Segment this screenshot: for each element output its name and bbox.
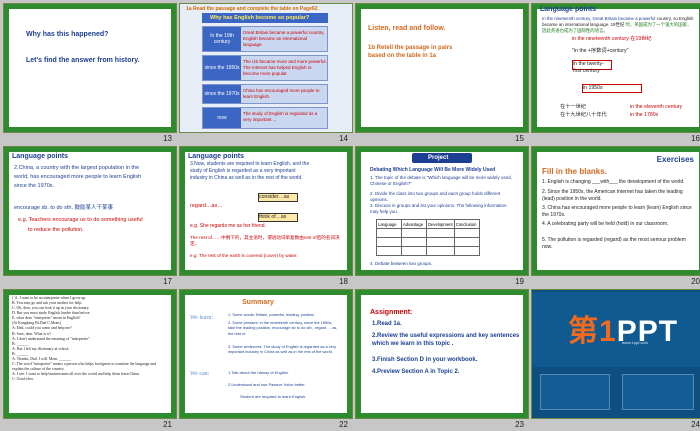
slide-thumbnail-20[interactable]: Exercises Fill in the blanks. 1. English… bbox=[531, 146, 700, 286]
slide-thumbnail-17[interactable]: Language points 2.China, a country with … bbox=[3, 146, 177, 286]
table-header: Why has English become so popular? bbox=[210, 15, 310, 21]
slide-thumbnail-18[interactable]: Language points 3.Now, students are requ… bbox=[179, 146, 353, 286]
slide-thumbnail-21[interactable]: ( )1. I want to be an interpreter when I… bbox=[3, 289, 177, 429]
slide-text: Why has this happened? bbox=[26, 31, 109, 38]
slide-22[interactable]: Summary We learn: 1. Some words: Britain… bbox=[179, 289, 353, 419]
slide-number: 18 bbox=[339, 277, 348, 286]
slide-number: 14 bbox=[339, 134, 348, 143]
slide-number: 16 bbox=[691, 134, 700, 143]
table-row: now The study of English is regarded as … bbox=[202, 107, 328, 129]
slide-title: Assignment: bbox=[370, 309, 413, 316]
slide-21[interactable]: ( )1. I want to be an interpreter when I… bbox=[3, 289, 177, 419]
slide-17[interactable]: Language points 2.China, a country with … bbox=[3, 146, 177, 276]
slide-thumbnail-24[interactable]: 第1PPT www.1ppt.com 24 bbox=[531, 289, 700, 429]
slide-20[interactable]: Exercises Fill in the blanks. 1. English… bbox=[531, 146, 700, 276]
slide-thumbnail-14[interactable]: 1a Read the passage and complete the tab… bbox=[179, 3, 353, 143]
slide-thumbnail-13[interactable]: Why has this happened? Let's find the an… bbox=[3, 3, 177, 143]
slide-19[interactable]: Project Debating Which Language Will Be … bbox=[355, 146, 529, 276]
slide-title: Language points bbox=[188, 153, 244, 160]
slide-24[interactable]: 第1PPT www.1ppt.com bbox=[531, 289, 700, 419]
slide-title: Project bbox=[428, 155, 449, 161]
slide-13[interactable]: Why has this happened? Let's find the an… bbox=[3, 3, 177, 133]
table-row: In the 19th century Great Britain became… bbox=[202, 26, 328, 52]
brand-url: www.1ppt.com bbox=[622, 340, 649, 345]
slide-15[interactable]: Listen, read and follow. 1b Retell the p… bbox=[355, 3, 529, 133]
slide-title: Language points bbox=[12, 153, 68, 160]
slide-title: Exercises bbox=[656, 155, 694, 164]
slide-number: 23 bbox=[515, 420, 524, 429]
slide-14[interactable]: 1a Read the passage and complete the tab… bbox=[179, 3, 353, 133]
slide-title: Listen, read and follow. bbox=[368, 25, 446, 32]
slide-text: 1b Retell the passage in pairs based on … bbox=[368, 45, 453, 60]
slide-number: 20 bbox=[691, 277, 700, 286]
slide-number: 24 bbox=[691, 420, 700, 429]
slide-title: Summary bbox=[242, 299, 274, 306]
slide-number: 15 bbox=[515, 134, 524, 143]
slide-thumbnail-16[interactable]: Language points In the nineteenth centur… bbox=[531, 3, 700, 143]
slide-title: 1a Read the passage and complete the tab… bbox=[186, 6, 319, 12]
slide-text: Let's find the answer from history. bbox=[26, 57, 140, 64]
slide-thumbnail-19[interactable]: Project Debating Which Language Will Be … bbox=[355, 146, 529, 286]
table-row: since the 1970s China has encouraged mor… bbox=[202, 84, 328, 104]
slide-number: 13 bbox=[163, 134, 172, 143]
slide-number: 19 bbox=[515, 277, 524, 286]
slide-title: Language points bbox=[540, 6, 596, 13]
slide-number: 21 bbox=[163, 420, 172, 429]
slide-thumbnail-23[interactable]: Assignment: 1.Read 1a. 2.Review the usef… bbox=[355, 289, 529, 429]
slide-16[interactable]: Language points In the nineteenth centur… bbox=[531, 3, 700, 133]
table-row: since the 1950s The US became more and m… bbox=[202, 55, 328, 81]
slide-sorter-grid: Why has this happened? Let's find the an… bbox=[3, 3, 700, 429]
slide-23[interactable]: Assignment: 1.Read 1a. 2.Review the usef… bbox=[355, 289, 529, 419]
slide-18[interactable]: Language points 3.Now, students are requ… bbox=[179, 146, 353, 276]
slide-thumbnail-15[interactable]: Listen, read and follow. 1b Retell the p… bbox=[355, 3, 529, 143]
slide-number: 22 bbox=[339, 420, 348, 429]
debate-table: Language Advantage Development Conclusion bbox=[376, 219, 480, 256]
slide-number: 17 bbox=[163, 277, 172, 286]
slide-thumbnail-22[interactable]: Summary We learn: 1. Some words: Britain… bbox=[179, 289, 353, 429]
